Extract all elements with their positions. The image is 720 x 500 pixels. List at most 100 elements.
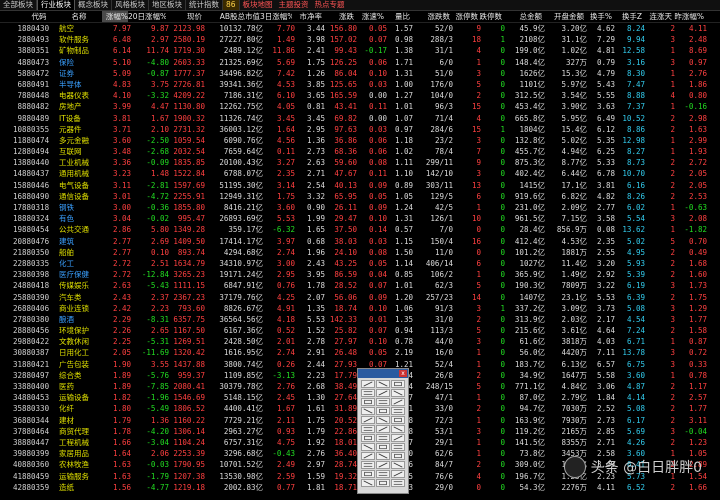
arrow-up-tool-icon[interactable] [361, 416, 375, 424]
column-header-19[interactable]: 连涨天 [642, 11, 673, 22]
table-row[interactable]: 7 880448 电器仪表 4.10 -3.32 4209.22 7186.31亿 6.10 3… [0, 90, 720, 101]
table-row[interactable]: 10 880355 元器件 3.71 2.10 2731.32 36003.12亿 1.64 2… [0, 124, 720, 135]
style-tool-icon[interactable] [391, 461, 405, 469]
tab-industry[interactable]: 行业板块 [37, 0, 75, 10]
table-row[interactable]: 5 880472 证券 5.09 -0.87 1777.37 34496.82亿 7.42 1.… [0, 68, 720, 79]
column-header-18[interactable]: 换手Z [612, 11, 642, 22]
grid-tool-icon[interactable] [361, 425, 375, 433]
table-row[interactable]: 30 880387 日用化工 2.05 -11.69 1320.42 1616.95亿 2.7… [0, 347, 720, 358]
column-header-20[interactable]: 昨涨幅% [672, 11, 704, 22]
close-icon[interactable]: x [399, 370, 407, 377]
lock-tool-icon[interactable] [376, 452, 390, 460]
tab-region[interactable]: 地区板块 [149, 0, 186, 10]
lines-tool-icon[interactable] [361, 443, 375, 451]
table-row[interactable]: 14 880437 通用机械 3.23 1.48 1522.84 6788.07亿 2.35 2… [0, 168, 720, 179]
column-header-5[interactable]: 现价 [166, 11, 202, 22]
bars-tool-icon[interactable] [391, 434, 405, 442]
palette-title-bar[interactable]: x [358, 369, 408, 378]
fib-tool-icon[interactable] [376, 398, 390, 406]
tab-stat[interactable]: 统计指数 [186, 0, 223, 10]
color-tool-icon[interactable] [376, 461, 390, 469]
table-row[interactable]: 15 880446 电气设备 3.11 -2.81 1597.69 51195.30亿 3.1… [0, 180, 720, 191]
drawing-tools-palette[interactable]: x [357, 368, 409, 494]
table-row[interactable]: 25 880390 汽车类 2.43 2.37 2367.23 37179.76亿 4.25 2… [0, 292, 720, 303]
column-header-11[interactable]: 量比 [384, 11, 410, 22]
table-row[interactable]: 21 880350 船舶 2.77 0.10 893.74 4294.68亿 2.74 1.96… [0, 247, 720, 258]
column-header-16[interactable]: 开盘金额 [542, 11, 584, 22]
column-header-4[interactable]: 20日涨幅% [128, 11, 166, 22]
misc2-tool-icon[interactable] [376, 479, 390, 487]
table-row[interactable]: 11 880474 多元金融 3.60 -2.50 1059.54 6090.76亿 4.56… [0, 135, 720, 146]
misc-tool-icon[interactable] [361, 479, 375, 487]
table-row[interactable]: 19 880454 公共交通 2.86 5.80 1349.28 359.17亿 -6.32 1… [0, 224, 720, 235]
tab-style[interactable]: 风格板块 [112, 0, 149, 10]
column-header-1[interactable]: 代码 [22, 11, 56, 22]
table-row[interactable]: 17 880318 钢铁 3.00 -0.36 1855.80 8416.21亿 3.60 0.… [0, 202, 720, 213]
mark-tool-icon[interactable] [391, 470, 405, 478]
column-header-10[interactable]: 涨速% [354, 11, 384, 22]
parallel-tool-icon[interactable] [376, 389, 390, 397]
column-header-9[interactable]: 涨跌 [322, 11, 354, 22]
table-row[interactable]: 3 880351 矿物制品 6.14 11.74 1719.30 2489.12亿 11.86… [0, 45, 720, 56]
column-header-14[interactable]: 跌停数 [478, 11, 503, 22]
channel-tool-icon[interactable] [361, 389, 375, 397]
table-row[interactable]: 24 880418 传媒娱乐 2.63 -5.43 1111.15 6847.91亿 0.76… [0, 280, 720, 291]
column-header-0[interactable] [0, 11, 22, 22]
column-header-13[interactable]: 涨停数 [450, 11, 479, 22]
tab-map[interactable]: 板块地图 [240, 0, 276, 10]
box-tool-icon[interactable] [376, 434, 390, 442]
gann-tool-icon[interactable] [361, 398, 375, 406]
arrow-down-tool-icon[interactable] [376, 416, 390, 424]
misc3-tool-icon[interactable] [391, 479, 405, 487]
price-tool-icon[interactable] [361, 434, 375, 442]
spiral-tool-icon[interactable] [391, 425, 405, 433]
tab-all[interactable]: 全部板块 [0, 0, 37, 10]
segment-tool-icon[interactable] [391, 380, 405, 388]
zoom-tool-icon[interactable] [376, 470, 390, 478]
measure-tool-icon[interactable] [361, 470, 375, 478]
table-row[interactable]: 23 880398 医疗保健 2.72 -12.84 3265.23 19171.24亿 2.… [0, 269, 720, 280]
table-row[interactable]: 4 880473 保险 5.10 -4.80 2603.33 21325.69亿 5.69 1.… [0, 57, 720, 68]
table-row[interactable]: 6 880491 半导体 4.83 3.75 2726.81 39341.36亿 4.53 3.… [0, 79, 720, 90]
cycle-tool-icon[interactable] [361, 407, 375, 415]
table-row[interactable]: 16 880490 通信设备 3.01 -4.72 2255.91 12949.31亿 1.7… [0, 191, 720, 202]
wave-tool-icon[interactable] [376, 425, 390, 433]
hide-tool-icon[interactable] [361, 452, 375, 460]
column-header-8[interactable]: 市净率 [292, 11, 323, 22]
table-row[interactable]: 1 880430 航空 7.97 9.87 2123.98 10132.78亿 7.70 3.4… [0, 23, 720, 34]
arc-tool-icon[interactable] [391, 398, 405, 406]
stripe-tool-icon[interactable] [376, 443, 390, 451]
column-header-7[interactable]: 3日涨幅% [260, 11, 292, 22]
table-row[interactable]: 20 880476 建筑 2.77 2.69 1409.50 17414.17亿 3.97 0.… [0, 236, 720, 247]
line-tool-icon[interactable] [361, 380, 375, 388]
text-tool-icon[interactable] [391, 416, 405, 424]
column-header-15[interactable]: 总金额 [502, 11, 543, 22]
ellipse-tool-icon[interactable] [391, 407, 405, 415]
column-header-6[interactable]: AB股总市值 [202, 11, 260, 22]
table-row[interactable]: 13 880440 工业机械 3.36 -0.09 1835.85 20100.43亿 3.2… [0, 157, 720, 168]
table-row[interactable]: 9 880489 IT设备 3.81 1.67 1900.32 11326.74亿 3.45 3… [0, 113, 720, 124]
column-header-17[interactable]: 换手% [584, 11, 612, 22]
tab-n86[interactable]: 86 [223, 0, 240, 10]
table-row[interactable]: 28 880456 环境保护 2.26 2.65 1167.50 6167.36亿 0.52 1… [0, 325, 720, 336]
tab-theme[interactable]: 主题投资 [276, 0, 312, 10]
column-header-12[interactable]: 涨跌数 [410, 11, 451, 22]
column-header-2[interactable]: 名称 [56, 11, 102, 22]
table-row[interactable]: 8 880482 房地产 3.99 4.47 1130.80 12262.75亿 4.05 0.… [0, 101, 720, 112]
column-header-3[interactable]: 涨幅% [102, 11, 128, 22]
table-row[interactable]: 18 880324 有色 3.04 -0.02 995.47 26893.69亿 5.53 1.… [0, 213, 720, 224]
save-tool-icon[interactable] [361, 461, 375, 469]
rect-tool-icon[interactable] [376, 407, 390, 415]
table-row[interactable]: 29 880422 文教休闲 2.25 -5.31 1269.51 2428.50亿 2.01… [0, 336, 720, 347]
eraser-tool-icon[interactable] [391, 443, 405, 451]
table-row[interactable]: 2 880493 软件服务 6.48 2.97 2580.19 27227.80亿 1.49 3… [0, 34, 720, 45]
table-row[interactable]: 12 880494 互联网 3.48 -2.68 2032.54 7659.64亿 0.11 2… [0, 146, 720, 157]
table-row[interactable]: 26 880406 商业连锁 2.42 2.23 793.60 8826.67亿 4.91 1.… [0, 303, 720, 314]
tab-hot[interactable]: 热点专题 [312, 0, 348, 10]
delete-tool-icon[interactable] [391, 452, 405, 460]
fan-tool-icon[interactable] [391, 389, 405, 397]
table-row[interactable]: 27 880380 酿酒 2.29 -8.31 6357.75 36564.56亿 4.18 5… [0, 314, 720, 325]
tab-concept[interactable]: 概念板块 [75, 0, 112, 10]
ray-tool-icon[interactable] [376, 380, 390, 388]
table-row[interactable]: 22 880335 化工 2.72 2.51 1634.79 34310.97亿 3.00 2.… [0, 258, 720, 269]
